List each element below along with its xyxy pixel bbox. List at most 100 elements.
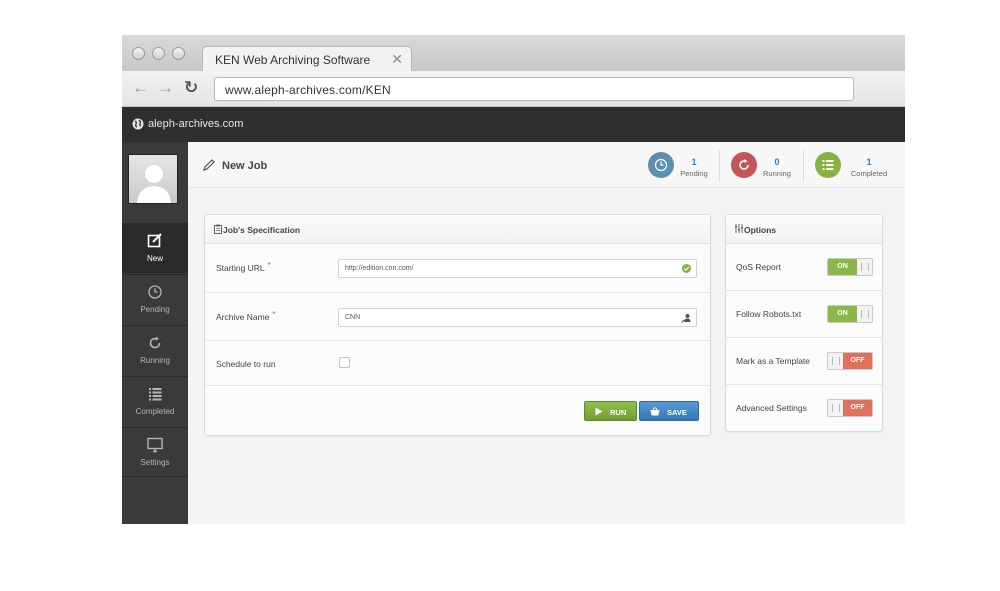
toggle-off-state: OFF xyxy=(843,400,872,416)
toggle-on-state: ON xyxy=(828,306,857,322)
options-panel: Options QoS Report ON Follow Robots.txt … xyxy=(725,214,883,432)
sidebar-label-settings: Settings xyxy=(140,458,170,467)
browser-tab[interactable]: KEN Web Archiving Software ✕ xyxy=(202,46,412,71)
stat-running-label: Running xyxy=(763,169,791,178)
option-row-robots: Follow Robots.txt ON xyxy=(726,291,882,338)
sliders-icon xyxy=(735,224,743,233)
stat-completed-circle xyxy=(815,152,841,178)
site-top-bar: aleph-archives.com xyxy=(122,107,905,142)
toggle-grip xyxy=(832,404,840,412)
archive-name-label: Archive Name * xyxy=(216,310,276,322)
back-arrow-icon[interactable]: ← xyxy=(132,79,149,97)
sidebar-item-new[interactable]: New xyxy=(122,223,188,273)
list-icon xyxy=(822,160,834,170)
forward-arrow-icon[interactable]: → xyxy=(157,79,174,97)
option-row-template: Mark as a Template OFF xyxy=(726,338,882,385)
stat-completed-label: Completed xyxy=(850,169,888,178)
job-spec-panel-header: Job's Specification xyxy=(205,215,710,244)
toggle-qos-report[interactable]: ON xyxy=(827,258,873,276)
refresh-icon xyxy=(149,336,161,349)
monitor-icon xyxy=(147,437,163,453)
stat-running-count: 0 xyxy=(774,157,780,167)
window-close-button[interactable] xyxy=(132,47,145,60)
starting-url-label: Starting URL * xyxy=(216,261,271,273)
main-content: New Job 1 Pending 0 Running 1 Completed … xyxy=(188,142,905,524)
archive-name-input[interactable]: CNN xyxy=(338,308,697,327)
toggle-advanced-settings[interactable]: OFF xyxy=(827,399,873,417)
edit-icon xyxy=(147,233,162,248)
stat-running[interactable]: 0 Running xyxy=(731,152,801,180)
save-button[interactable]: SAVE xyxy=(639,401,699,421)
sidebar-item-settings[interactable]: Settings xyxy=(122,427,188,477)
stat-completed[interactable]: 1 Completed xyxy=(815,152,895,180)
options-title: Options xyxy=(744,225,777,235)
clipboard-icon xyxy=(214,224,222,234)
option-label-template: Mark as a Template xyxy=(736,356,811,366)
stat-pending[interactable]: 1 Pending xyxy=(648,152,718,180)
stat-completed-count: 1 xyxy=(866,157,872,167)
option-label-qos: QoS Report xyxy=(736,262,781,272)
sidebar-item-completed[interactable]: Completed xyxy=(122,376,188,426)
site-name[interactable]: aleph-archives.com xyxy=(148,118,243,130)
sidebar-label-completed: Completed xyxy=(135,407,175,416)
required-mark: * xyxy=(267,261,271,270)
check-circle-icon xyxy=(682,264,691,273)
reload-icon[interactable]: ↻ xyxy=(184,79,198,97)
option-row-advanced: Advanced Settings OFF xyxy=(726,385,882,432)
sidebar-item-pending[interactable]: Pending xyxy=(122,274,188,324)
starting-url-row: Starting URL * http://edition.cnn.com/ xyxy=(205,244,710,293)
sidebar-label-pending: Pending xyxy=(140,305,170,314)
schedule-label: Schedule to run xyxy=(216,359,276,369)
stat-pending-count: 1 xyxy=(691,157,697,167)
window-zoom-button[interactable] xyxy=(172,47,185,60)
toggle-grip xyxy=(861,263,869,271)
required-mark: * xyxy=(272,310,276,319)
stat-pending-label: Pending xyxy=(680,169,708,178)
list-icon xyxy=(149,388,162,401)
window-minimize-button[interactable] xyxy=(152,47,165,60)
options-panel-header: Options xyxy=(726,215,882,244)
address-text: www.aleph-archives.com/KEN xyxy=(225,83,391,97)
browser-window: KEN Web Archiving Software ✕ ← → ↻ www.a… xyxy=(122,35,905,524)
sidebar-label-new: New xyxy=(146,254,163,263)
sidebar-item-running[interactable]: Running xyxy=(122,325,188,375)
archive-name-value: CNN xyxy=(345,314,361,321)
address-bar[interactable]: www.aleph-archives.com/KEN xyxy=(214,77,854,101)
clock-icon xyxy=(148,285,162,299)
toggle-off-state: OFF xyxy=(843,353,872,369)
toggle-on-state: ON xyxy=(828,259,857,275)
stat-divider xyxy=(803,150,804,182)
job-spec-title: Job's Specification xyxy=(223,225,301,235)
avatar[interactable] xyxy=(128,154,178,204)
page-title: New Job xyxy=(222,160,268,172)
starting-url-input[interactable]: http://edition.cnn.com/ xyxy=(338,259,697,278)
browser-toolbar: ← → ↻ www.aleph-archives.com/KEN xyxy=(122,71,905,107)
schedule-row: Schedule to run xyxy=(205,341,710,386)
basket-icon xyxy=(650,407,660,416)
user-silhouette-icon xyxy=(137,165,171,203)
stat-divider xyxy=(719,150,720,182)
save-button-label: SAVE xyxy=(667,408,687,417)
toggle-grip xyxy=(832,357,840,365)
tab-title: KEN Web Archiving Software xyxy=(215,53,371,67)
tab-close-icon[interactable]: ✕ xyxy=(391,51,403,68)
option-label-advanced: Advanced Settings xyxy=(736,403,807,413)
toggle-follow-robots[interactable]: ON xyxy=(827,305,873,323)
user-pin-icon xyxy=(681,314,691,323)
starting-url-label-text: Starting URL xyxy=(216,263,265,273)
toggle-mark-template[interactable]: OFF xyxy=(827,352,873,370)
clock-icon xyxy=(654,158,668,172)
content-header: New Job 1 Pending 0 Running 1 Completed xyxy=(188,142,905,188)
job-spec-panel: Job's Specification Starting URL * http:/… xyxy=(204,214,711,436)
archive-name-label-text: Archive Name xyxy=(216,312,270,322)
toggle-grip xyxy=(861,310,869,318)
sidebar: New Pending Running Completed Settings xyxy=(122,142,188,524)
play-icon xyxy=(595,407,603,416)
starting-url-value: http://edition.cnn.com/ xyxy=(345,265,414,272)
tab-bar: KEN Web Archiving Software ✕ xyxy=(122,35,905,71)
pencil-icon xyxy=(203,159,215,171)
option-label-robots: Follow Robots.txt xyxy=(736,309,802,319)
schedule-checkbox[interactable] xyxy=(339,357,350,368)
run-button[interactable]: RUN xyxy=(584,401,637,421)
run-button-label: RUN xyxy=(610,408,627,417)
